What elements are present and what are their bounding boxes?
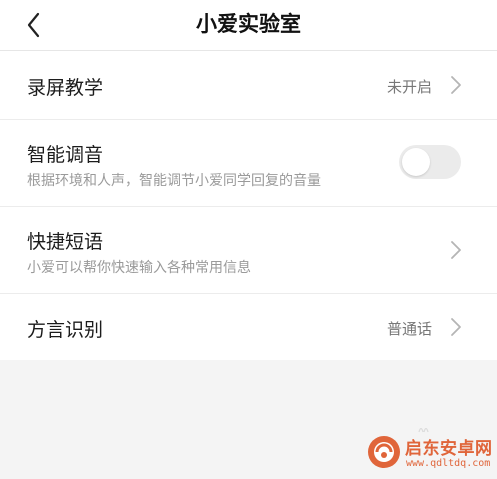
setting-row-screen-recording-tutorial[interactable]: 录屏教学 未开启 <box>0 51 497 120</box>
chevron-left-icon <box>27 12 40 38</box>
setting-row-dialect-recognition[interactable]: 方言识别 普通话 <box>0 294 497 360</box>
setting-description: 根据环境和人声，智能调节小爱同学回复的音量 <box>27 173 321 189</box>
setting-title: 方言识别 <box>27 319 104 341</box>
setting-description: 小爱可以帮你快速输入各种常用信息 <box>27 260 251 276</box>
setting-title: 快捷短语 <box>27 231 104 253</box>
watermark-url: www.qdltdq.com <box>406 458 491 469</box>
watermark-name: 启东安卓网 <box>405 439 493 459</box>
site-watermark: 启东安卓网 www.qdltdq.com <box>358 430 494 476</box>
chevron-right-icon <box>449 239 463 261</box>
page-title: 小爱实验室 <box>196 12 301 36</box>
smart-volume-toggle[interactable] <box>399 145 461 179</box>
back-button[interactable] <box>18 8 52 42</box>
setting-row-smart-volume: 智能调音 根据环境和人声，智能调节小爱同学回复的音量 <box>0 120 497 207</box>
watermark-logo-icon <box>366 434 402 470</box>
toggle-knob <box>402 148 430 176</box>
chevron-right-icon <box>449 74 463 96</box>
chevron-right-icon <box>449 316 463 338</box>
setting-title: 录屏教学 <box>27 77 104 99</box>
setting-value: 未开启 <box>386 78 432 96</box>
setting-row-quick-phrases[interactable]: 快捷短语 小爱可以帮你快速输入各种常用信息 <box>0 207 497 294</box>
settings-list: 录屏教学 未开启 智能调音 根据环境和人声，智能调节小爱同学回复的音量 快捷短语… <box>0 51 497 360</box>
header-bar: 小爱实验室 <box>0 0 497 51</box>
setting-value: 普通话 <box>386 320 432 338</box>
setting-title: 智能调音 <box>27 144 104 166</box>
